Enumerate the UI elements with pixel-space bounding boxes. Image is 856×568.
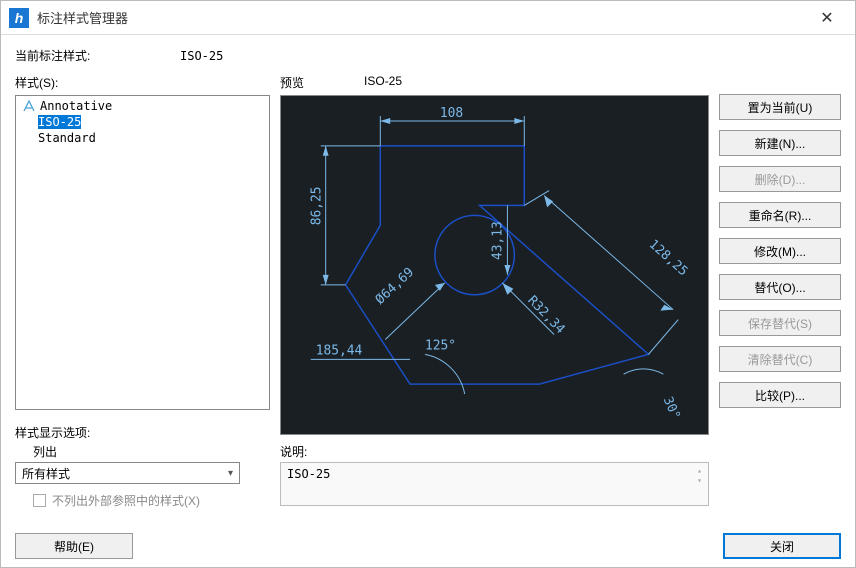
svg-text:30°: 30° xyxy=(660,395,683,422)
select-value: 所有样式 xyxy=(22,465,70,482)
display-options-sub: 列出 xyxy=(33,443,270,460)
rename-button[interactable]: 重命名(R)... xyxy=(719,202,841,228)
preview-label-row: 预览 ISO-25 xyxy=(280,74,709,91)
svg-text:Ø64,69: Ø64,69 xyxy=(373,265,417,308)
style-list[interactable]: Annotative ISO-25 Standard xyxy=(15,95,270,410)
style-item-annotative[interactable]: Annotative xyxy=(18,98,267,114)
window-title: 标注样式管理器 xyxy=(37,8,807,27)
new-button[interactable]: 新建(N)... xyxy=(719,130,841,156)
description-value: ISO-25 xyxy=(287,467,330,501)
save-override-button[interactable]: 保存替代(S) xyxy=(719,310,841,336)
preview-label: 预览 xyxy=(280,74,304,91)
override-button[interactable]: 替代(O)... xyxy=(719,274,841,300)
exclude-xref-checkbox-row[interactable]: 不列出外部参照中的样式(X) xyxy=(33,492,270,509)
svg-text:86,25: 86,25 xyxy=(310,186,325,225)
style-item-standard[interactable]: Standard xyxy=(18,130,267,146)
display-options-header: 样式显示选项: xyxy=(15,424,270,441)
description-box: ISO-25 ▴ ▾ xyxy=(280,462,709,506)
style-item-label: Standard xyxy=(38,131,96,145)
current-style-row: 当前标注样式: ISO-25 xyxy=(15,47,841,64)
current-style-value: ISO-25 xyxy=(180,49,223,63)
spinner-down-icon[interactable]: ▾ xyxy=(697,477,702,485)
titlebar: h 标注样式管理器 ✕ xyxy=(1,1,855,35)
dimension-style-manager-window: h 标注样式管理器 ✕ 当前标注样式: ISO-25 样式(S): Annota… xyxy=(0,0,856,568)
style-item-label: ISO-25 xyxy=(38,115,81,129)
close-button[interactable]: 关闭 xyxy=(723,533,841,559)
close-icon[interactable]: ✕ xyxy=(807,3,847,33)
help-button[interactable]: 帮助(E) xyxy=(15,533,133,559)
description-label: 说明: xyxy=(280,443,709,460)
delete-button[interactable]: 删除(D)... xyxy=(719,166,841,192)
style-item-label: Annotative xyxy=(40,99,112,113)
annotative-icon xyxy=(22,99,36,113)
checkbox-icon xyxy=(33,494,46,507)
display-options: 样式显示选项: 列出 所有样式 ▾ 不列出外部参照中的样式(X) xyxy=(15,424,270,509)
svg-text:108: 108 xyxy=(440,106,463,121)
svg-text:128,25: 128,25 xyxy=(646,237,691,279)
clear-override-button[interactable]: 清除替代(C) xyxy=(719,346,841,372)
checkbox-label: 不列出外部参照中的样式(X) xyxy=(52,492,200,509)
current-style-label: 当前标注样式: xyxy=(15,47,180,64)
app-icon: h xyxy=(9,8,29,28)
chevron-down-icon: ▾ xyxy=(228,468,233,479)
svg-text:R32,34: R32,34 xyxy=(524,293,567,337)
modify-button[interactable]: 修改(M)... xyxy=(719,238,841,264)
preview-canvas: 108 86,25 Ø64,69 xyxy=(280,95,709,435)
svg-text:43,13: 43,13 xyxy=(490,221,505,260)
list-filter-select[interactable]: 所有样式 ▾ xyxy=(15,462,240,484)
preview-style-name: ISO-25 xyxy=(364,74,402,91)
svg-text:185,44: 185,44 xyxy=(316,343,363,358)
svg-text:125°: 125° xyxy=(425,338,456,353)
styles-label: 样式(S): xyxy=(15,74,270,91)
style-item-iso25[interactable]: ISO-25 xyxy=(18,114,267,130)
set-current-button[interactable]: 置为当前(U) xyxy=(719,94,841,120)
compare-button[interactable]: 比较(P)... xyxy=(719,382,841,408)
spinner-up-icon[interactable]: ▴ xyxy=(697,467,702,475)
description-spinner[interactable]: ▴ ▾ xyxy=(697,467,702,501)
